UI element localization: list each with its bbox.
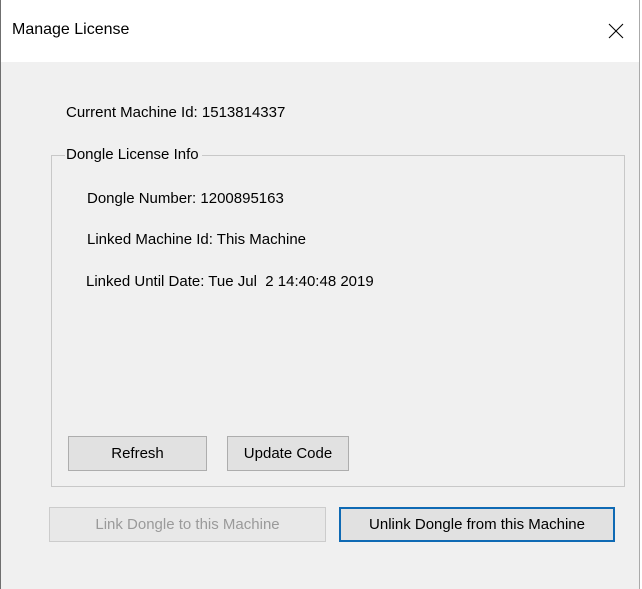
linked-machine-id-label: Linked Machine Id: This Machine [87, 231, 307, 248]
refresh-button[interactable]: Refresh [68, 436, 207, 471]
linked-until-date-label: Linked Until Date: Tue Jul 2 14:40:48 20… [86, 273, 374, 290]
dongle-license-info-title: Dongle License Info [65, 146, 202, 163]
close-icon [608, 23, 624, 39]
dongle-number-label: Dongle Number: 1200895163 [87, 190, 284, 207]
current-machine-id-label: Current Machine Id: 1513814337 [66, 104, 286, 121]
unlink-dongle-button[interactable]: Unlink Dongle from this Machine [339, 507, 615, 542]
update-code-button[interactable]: Update Code [227, 436, 349, 471]
manage-license-dialog: Manage License Current Machine Id: 15138… [0, 0, 640, 589]
window-title: Manage License [12, 21, 130, 38]
link-dongle-button[interactable]: Link Dongle to this Machine [49, 507, 326, 542]
close-button[interactable] [593, 0, 639, 62]
title-bar[interactable]: Manage License [1, 0, 639, 62]
